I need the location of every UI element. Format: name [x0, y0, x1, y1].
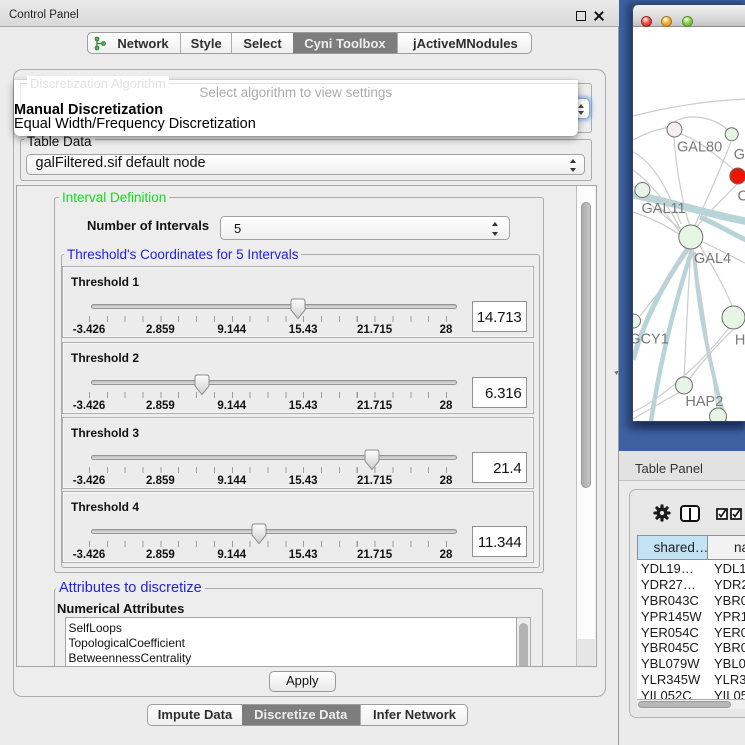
svg-text:GAL3: GAL3 — [734, 147, 745, 163]
svg-text:HIS4: HIS4 — [735, 333, 745, 349]
svg-text:GAL11: GAL11 — [642, 201, 686, 217]
svg-text:GAL80: GAL80 — [677, 140, 722, 156]
svg-text:GCY1: GCY1 — [633, 332, 669, 348]
svg-text:GAL4: GAL4 — [694, 251, 731, 267]
svg-text:CDC: CDC — [738, 189, 745, 205]
svg-text:HAP2: HAP2 — [685, 394, 723, 410]
